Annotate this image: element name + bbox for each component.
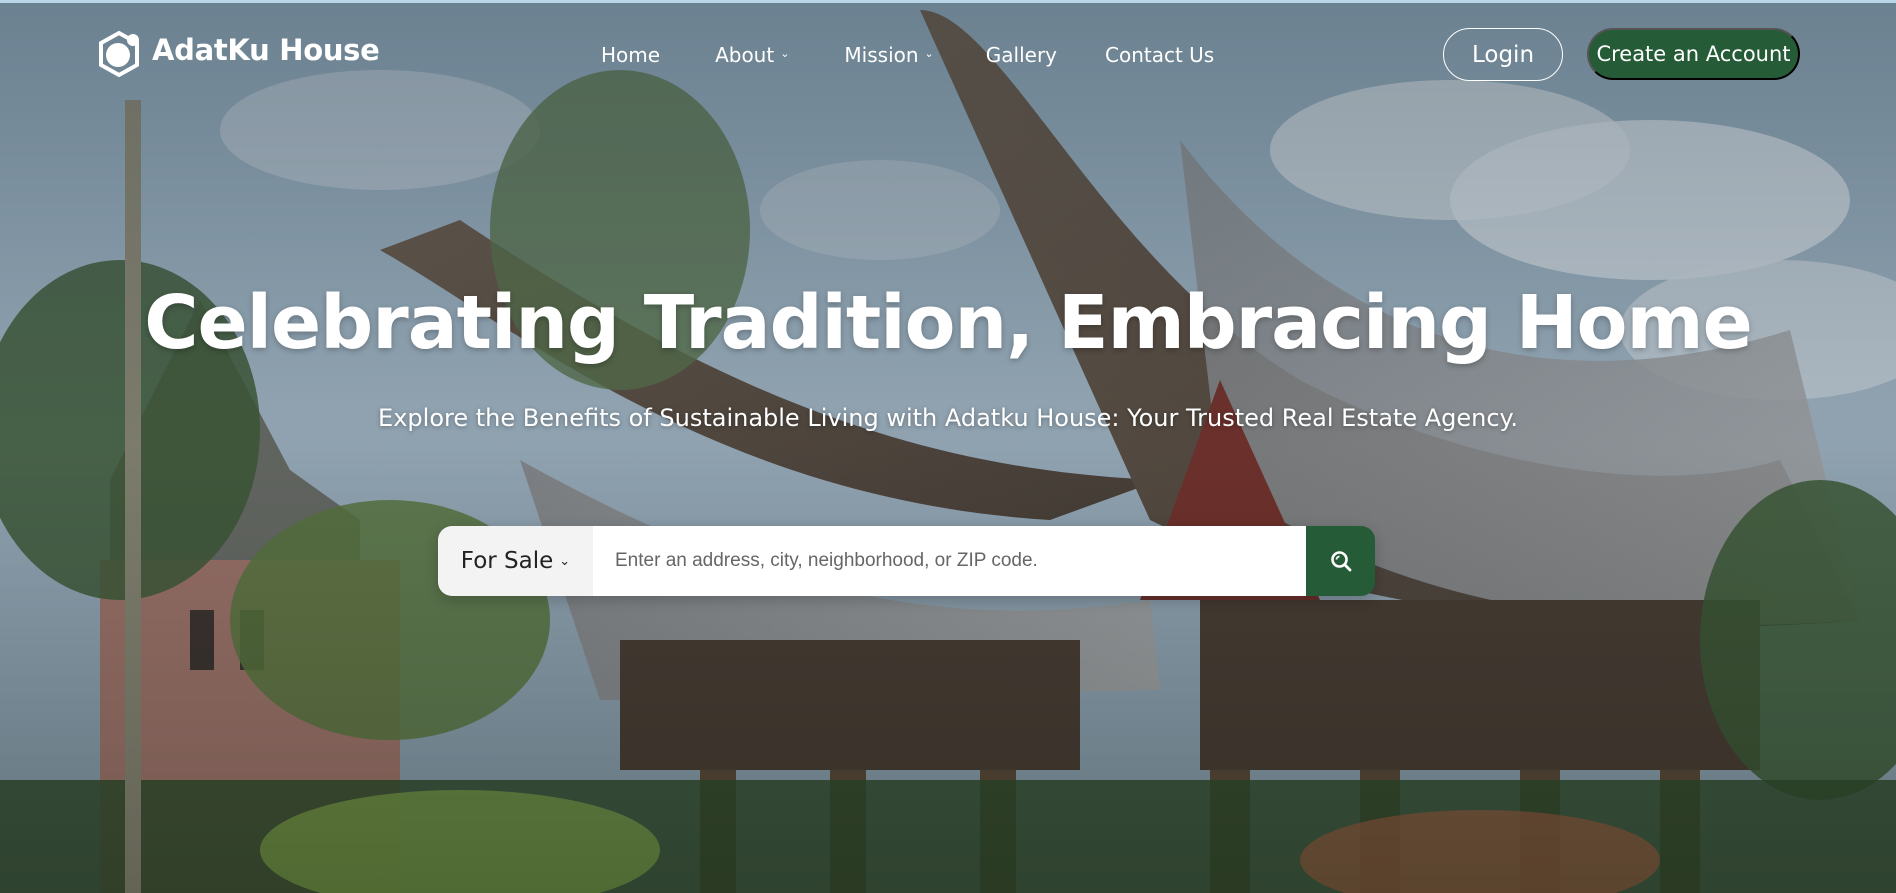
top-border-line — [0, 0, 1896, 3]
hero-headline: Celebrating Tradition, Embracing Home — [144, 280, 1753, 366]
nav-item-gallery[interactable]: Gallery — [986, 43, 1057, 67]
nav-item-label: Mission — [844, 43, 919, 67]
nav-item-label: Home — [601, 43, 661, 67]
search-button[interactable] — [1306, 526, 1375, 596]
nav-item-label: Gallery — [985, 43, 1057, 67]
create-account-button[interactable]: Create an Account — [1587, 28, 1800, 80]
hero-background-image — [0, 0, 1896, 893]
listing-type-label: For Sale — [460, 548, 554, 574]
nav-item-label: Contact Us — [1105, 43, 1215, 67]
brand-name: AdatKu House — [152, 33, 380, 67]
nav-item-mission[interactable]: Mission ⌄ — [844, 43, 933, 67]
nav-item-contact[interactable]: Contact Us — [1105, 43, 1214, 67]
chevron-down-icon: ⌄ — [559, 553, 571, 569]
chevron-down-icon: ⌄ — [924, 46, 934, 60]
main-nav: Home About ⌄ Mission ⌄ Gallery Contact U… — [601, 40, 1214, 70]
chevron-down-icon: ⌄ — [780, 46, 790, 60]
brand-logo[interactable]: AdatKu House — [94, 28, 380, 80]
login-button[interactable]: Login — [1443, 28, 1563, 81]
search-icon — [1330, 551, 1351, 572]
property-search-bar: For Sale ⌄ — [438, 526, 1375, 596]
hexagon-circle-logo-icon — [99, 30, 139, 78]
nav-item-home[interactable]: Home — [601, 43, 660, 67]
hero-section — [0, 0, 1896, 893]
hero-subtitle: Explore the Benefits of Sustainable Livi… — [378, 404, 1518, 432]
nav-item-label: About — [715, 43, 775, 67]
search-input[interactable] — [593, 526, 1306, 596]
nav-item-about[interactable]: About ⌄ — [715, 43, 789, 67]
listing-type-dropdown[interactable]: For Sale ⌄ — [438, 526, 593, 596]
